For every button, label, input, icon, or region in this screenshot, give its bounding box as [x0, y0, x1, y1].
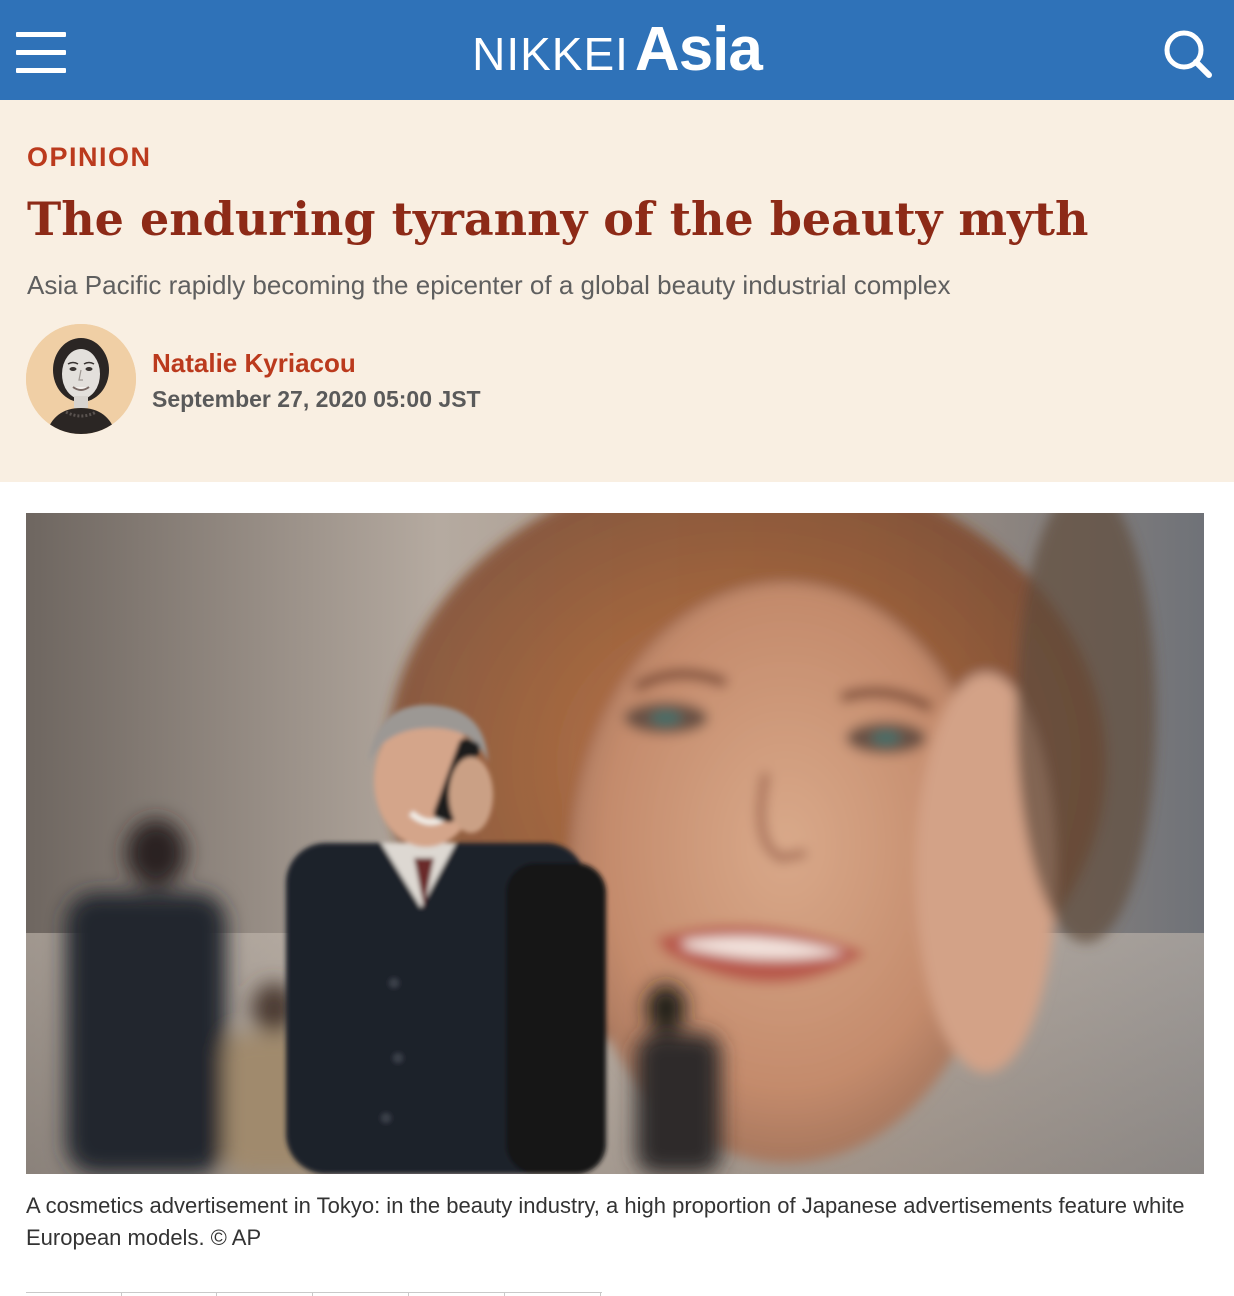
- section-label[interactable]: OPINION: [27, 142, 152, 173]
- article-subtitle: Asia Pacific rapidly becoming the epicen…: [27, 270, 951, 300]
- photo-caption: A cosmetics advertisement in Tokyo: in t…: [26, 1193, 1185, 1250]
- site-logo[interactable]: NIKKEIAsia: [0, 14, 1234, 85]
- article-header: OPINION The enduring tyranny of the beau…: [0, 100, 1234, 482]
- share-toolbar: [26, 1292, 602, 1296]
- publish-date: September 27, 2020 05:00 JST: [152, 386, 481, 412]
- top-nav-bar: NIKKEIAsia: [0, 0, 1234, 100]
- search-icon[interactable]: [1162, 28, 1214, 80]
- author-name[interactable]: Natalie Kyriacou: [152, 348, 356, 379]
- logo-asia-text: Asia: [634, 15, 763, 84]
- logo-nikkei-text: NIKKEI: [472, 28, 629, 80]
- article-title: The enduring tyranny of the beauty myth: [27, 192, 1089, 246]
- author-avatar[interactable]: [26, 324, 136, 434]
- lead-photo: [26, 513, 1204, 1174]
